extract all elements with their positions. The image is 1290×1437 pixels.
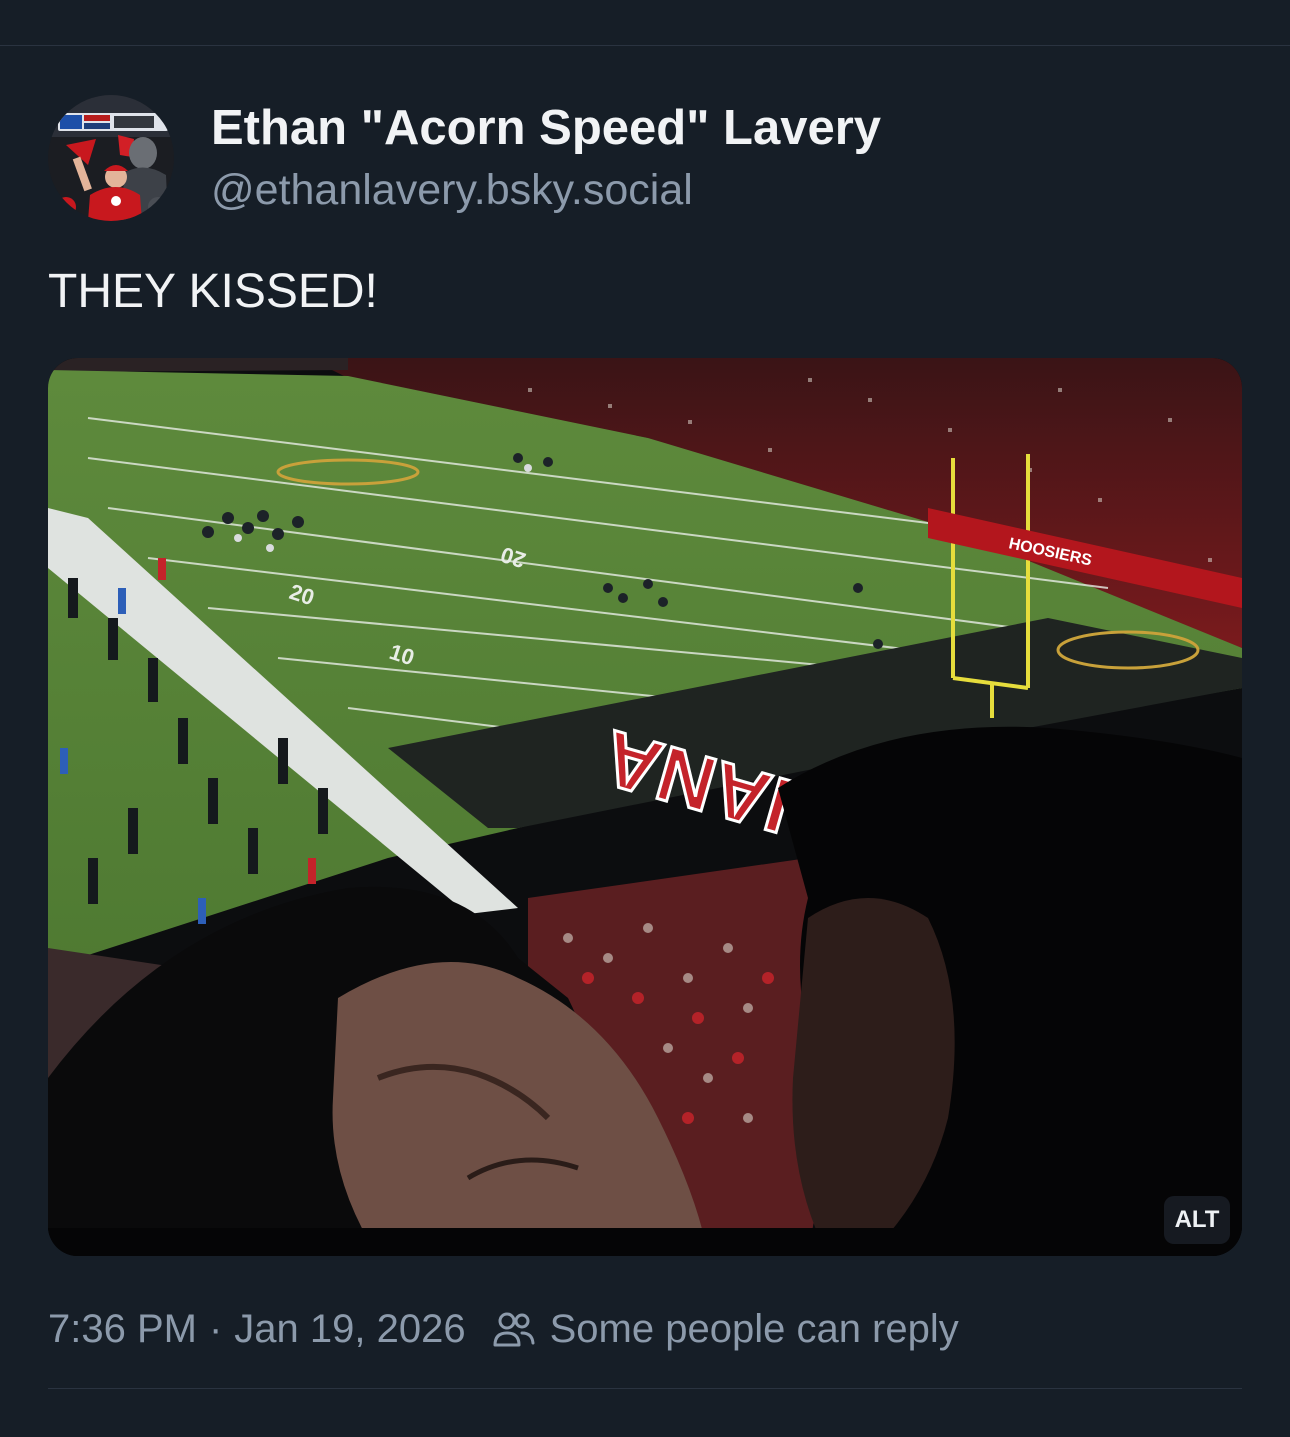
- top-divider: [0, 45, 1290, 46]
- post-thread-view: Ethan "Acorn Speed" Lavery @ethanlavery.…: [0, 0, 1290, 1437]
- football-stadium-photo: 20 10 20 INDIANA HOOSIERS: [48, 358, 1242, 1256]
- people-icon: [493, 1312, 535, 1347]
- post-text: THEY KISSED!: [48, 265, 378, 318]
- author-handle[interactable]: @ethanlavery.bsky.social: [211, 166, 693, 215]
- reply-settings[interactable]: Some people can reply: [492, 1307, 959, 1352]
- alt-text-button[interactable]: ALT: [1164, 1196, 1230, 1244]
- bottom-divider: [48, 1388, 1242, 1389]
- post-date[interactable]: Jan 19, 2026: [234, 1307, 465, 1352]
- post-image[interactable]: 20 10 20 INDIANA HOOSIERS: [48, 358, 1242, 1256]
- author-display-name[interactable]: Ethan "Acorn Speed" Lavery: [211, 100, 881, 156]
- meta-separator: ·: [208, 1306, 223, 1351]
- author-avatar[interactable]: [48, 95, 174, 221]
- avatar-photo-icon: [48, 95, 174, 221]
- post-meta: 7:36 PM · Jan 19, 2026 Some people can r…: [48, 1304, 959, 1354]
- reply-setting-label: Some people can reply: [549, 1306, 959, 1351]
- post-time[interactable]: 7:36 PM: [48, 1307, 197, 1352]
